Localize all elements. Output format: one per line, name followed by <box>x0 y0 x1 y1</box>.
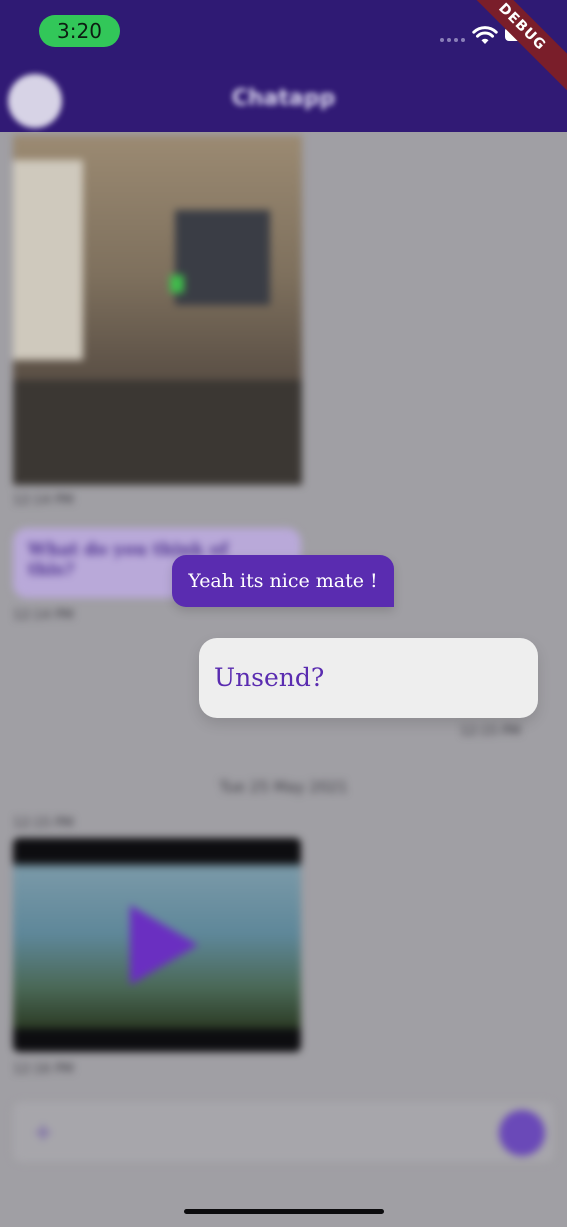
message-timestamp: 12:15 PM <box>13 816 74 831</box>
selected-message-bubble[interactable]: Yeah its nice mate ! <box>172 555 394 607</box>
chat-screen: 12:14 PM What do you think of this? 12:1… <box>0 0 567 1227</box>
message-timestamp: 12:14 PM <box>13 608 74 623</box>
image-floor-detail <box>13 380 302 485</box>
send-button[interactable] <box>499 1110 545 1156</box>
home-indicator[interactable] <box>184 1209 384 1214</box>
image-window-detail <box>13 160 83 360</box>
attach-icon[interactable]: + <box>33 1118 53 1146</box>
image-led-detail <box>170 275 184 293</box>
cellular-signal-icon <box>440 38 465 42</box>
status-time: 3:20 <box>39 15 120 47</box>
wifi-icon <box>472 26 498 44</box>
image-tv-detail <box>175 210 270 305</box>
play-icon[interactable] <box>130 905 198 985</box>
date-separator: Tue 25 May 2021 <box>219 778 348 796</box>
message-timestamp: 12:16 PM <box>13 1062 74 1077</box>
message-context-menu: Unsend? <box>199 638 538 718</box>
message-timestamp: 12:15 PM <box>460 724 521 739</box>
app-title: Chatapp <box>231 86 336 111</box>
unsend-button[interactable]: Unsend? <box>214 638 324 718</box>
message-input-bar[interactable] <box>13 1102 554 1162</box>
message-timestamp: 12:14 PM <box>13 493 74 508</box>
